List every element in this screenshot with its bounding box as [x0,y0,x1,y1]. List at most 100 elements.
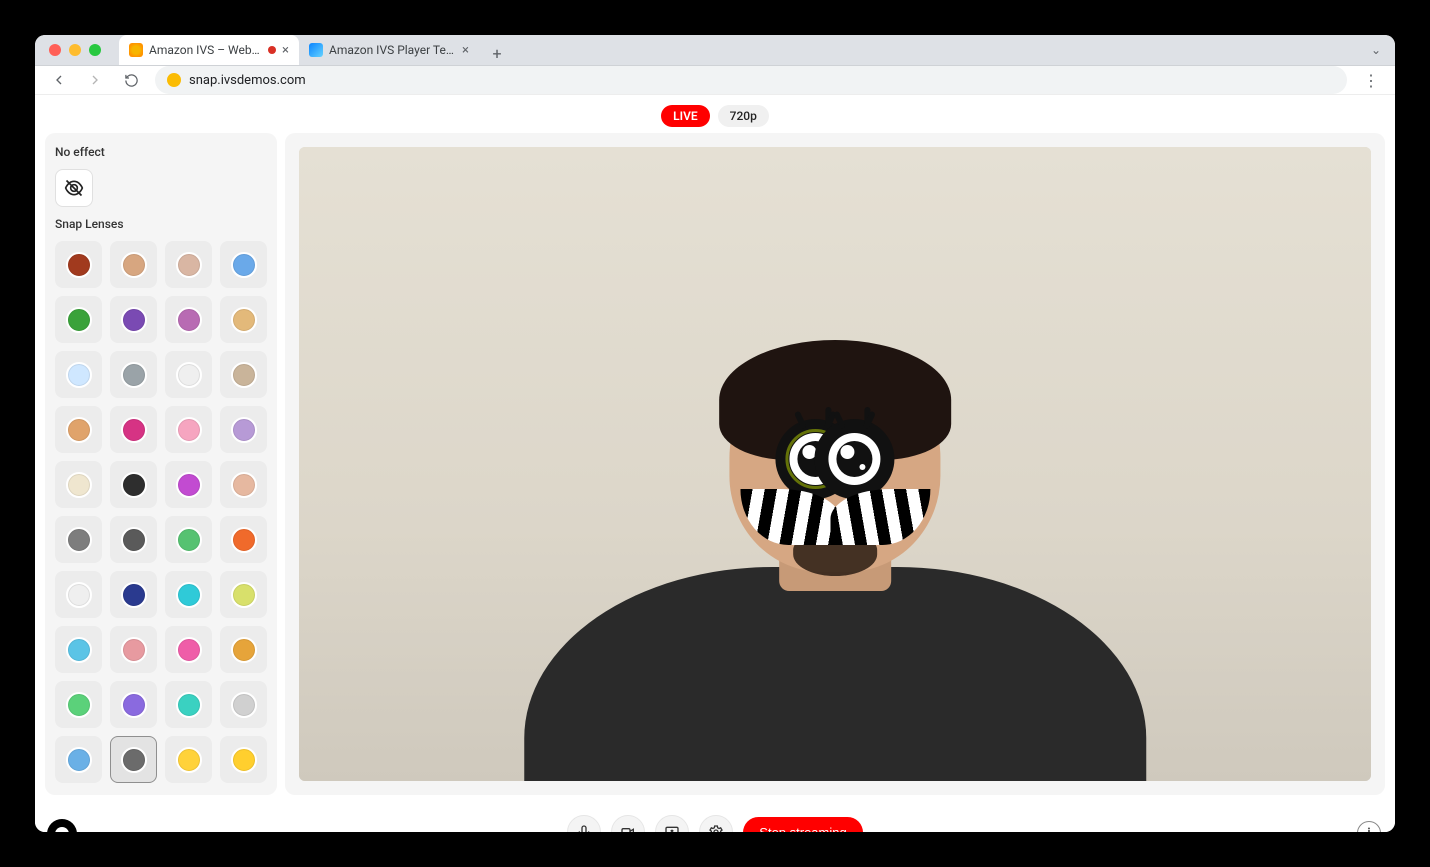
lens-button[interactable] [165,571,212,618]
lens-icon [121,692,147,718]
favicon-icon [129,43,143,57]
lens-button[interactable] [110,626,157,673]
lens-button[interactable] [55,516,102,563]
lens-icon [66,362,92,388]
window-controls [49,44,101,56]
window-close-button[interactable] [49,44,61,56]
lens-button[interactable] [220,351,267,398]
no-effect-button[interactable] [55,169,93,207]
lens-button[interactable] [165,461,212,508]
tab-overflow-button[interactable]: ⌄ [1371,43,1381,57]
info-button[interactable]: i [1357,821,1381,832]
lens-button[interactable] [55,406,102,453]
lens-button[interactable] [220,406,267,453]
lens-icon [176,362,202,388]
lens-icon [121,582,147,608]
nav-reload-button[interactable] [119,68,143,92]
lens-button[interactable] [220,626,267,673]
lens-button[interactable] [220,241,267,288]
lens-button[interactable] [55,681,102,728]
lens-button[interactable] [220,736,267,783]
lens-button[interactable] [55,351,102,398]
lens-button[interactable] [165,626,212,673]
lens-button[interactable] [110,516,157,563]
lens-button[interactable] [55,571,102,618]
lens-button[interactable] [220,461,267,508]
browser-menu-button[interactable]: ⋮ [1359,68,1383,92]
lens-button[interactable] [55,241,102,288]
lens-icon [66,252,92,278]
lens-button[interactable] [110,351,157,398]
lens-button[interactable] [55,626,102,673]
lens-button[interactable] [110,571,157,618]
lens-icon [231,417,257,443]
lens-button[interactable] [110,241,157,288]
lens-icon [66,472,92,498]
lens-button[interactable] [110,461,157,508]
lens-icon [66,637,92,663]
lens-icon [231,637,257,663]
live-badge: LIVE [661,105,710,127]
lens-button[interactable] [220,296,267,343]
lens-button[interactable] [110,296,157,343]
lens-button[interactable] [110,736,157,783]
page-content: LIVE 720p No effect Snap Lenses [35,95,1395,832]
new-tab-button[interactable]: + [485,41,509,65]
lens-icon [231,362,257,388]
tab-title: Amazon IVS – Web Broadc [149,43,260,57]
lens-button[interactable] [110,406,157,453]
lens-icon [176,582,202,608]
main-row: No effect Snap Lenses [35,133,1395,805]
lens-icon [176,417,202,443]
video-pane [285,133,1385,795]
lens-button[interactable] [55,736,102,783]
lens-button[interactable] [110,681,157,728]
lens-button[interactable] [165,516,212,563]
lens-icon [176,307,202,333]
effects-sidebar: No effect Snap Lenses [45,133,277,795]
tab-close-button[interactable]: × [282,44,289,57]
nav-forward-button[interactable] [83,68,107,92]
lens-icon [231,692,257,718]
lens-icon [66,417,92,443]
lens-icon [121,472,147,498]
titlebar: Amazon IVS – Web Broadc × Amazon IVS Pla… [35,35,1395,66]
tab-close-button[interactable]: × [462,44,469,57]
address-bar[interactable]: snap.ivsdemos.com [155,66,1347,94]
settings-button[interactable] [699,815,733,832]
lens-icon [121,637,147,663]
share-screen-button[interactable] [655,815,689,832]
lens-button[interactable] [165,241,212,288]
lens-button[interactable] [165,351,212,398]
lens-button[interactable] [165,736,212,783]
tab-inactive[interactable]: Amazon IVS Player Tester × [299,35,479,65]
logo-button[interactable] [47,819,77,832]
lens-button[interactable] [220,681,267,728]
toolbar: snap.ivsdemos.com ⋮ [35,66,1395,95]
lens-icon [231,307,257,333]
ar-mustache-icon [740,489,930,545]
camera-button[interactable] [611,815,645,832]
lens-button[interactable] [220,571,267,618]
lens-icon [121,527,147,553]
lens-button[interactable] [165,296,212,343]
lens-icon [121,747,147,773]
lens-icon [231,252,257,278]
tab-title: Amazon IVS Player Tester [329,43,456,57]
window-maximize-button[interactable] [89,44,101,56]
lens-button[interactable] [55,461,102,508]
lens-icon [176,252,202,278]
window-minimize-button[interactable] [69,44,81,56]
microphone-button[interactable] [567,815,601,832]
favicon-icon [309,43,323,57]
lens-button[interactable] [165,406,212,453]
lens-button[interactable] [55,296,102,343]
lens-button[interactable] [165,681,212,728]
lens-button[interactable] [220,516,267,563]
nav-back-button[interactable] [47,68,71,92]
tab-active[interactable]: Amazon IVS – Web Broadc × [119,35,299,65]
lens-icon [121,362,147,388]
stop-streaming-button[interactable]: Stop streaming [743,817,862,833]
lens-icon [176,747,202,773]
site-info-icon[interactable] [167,73,181,87]
